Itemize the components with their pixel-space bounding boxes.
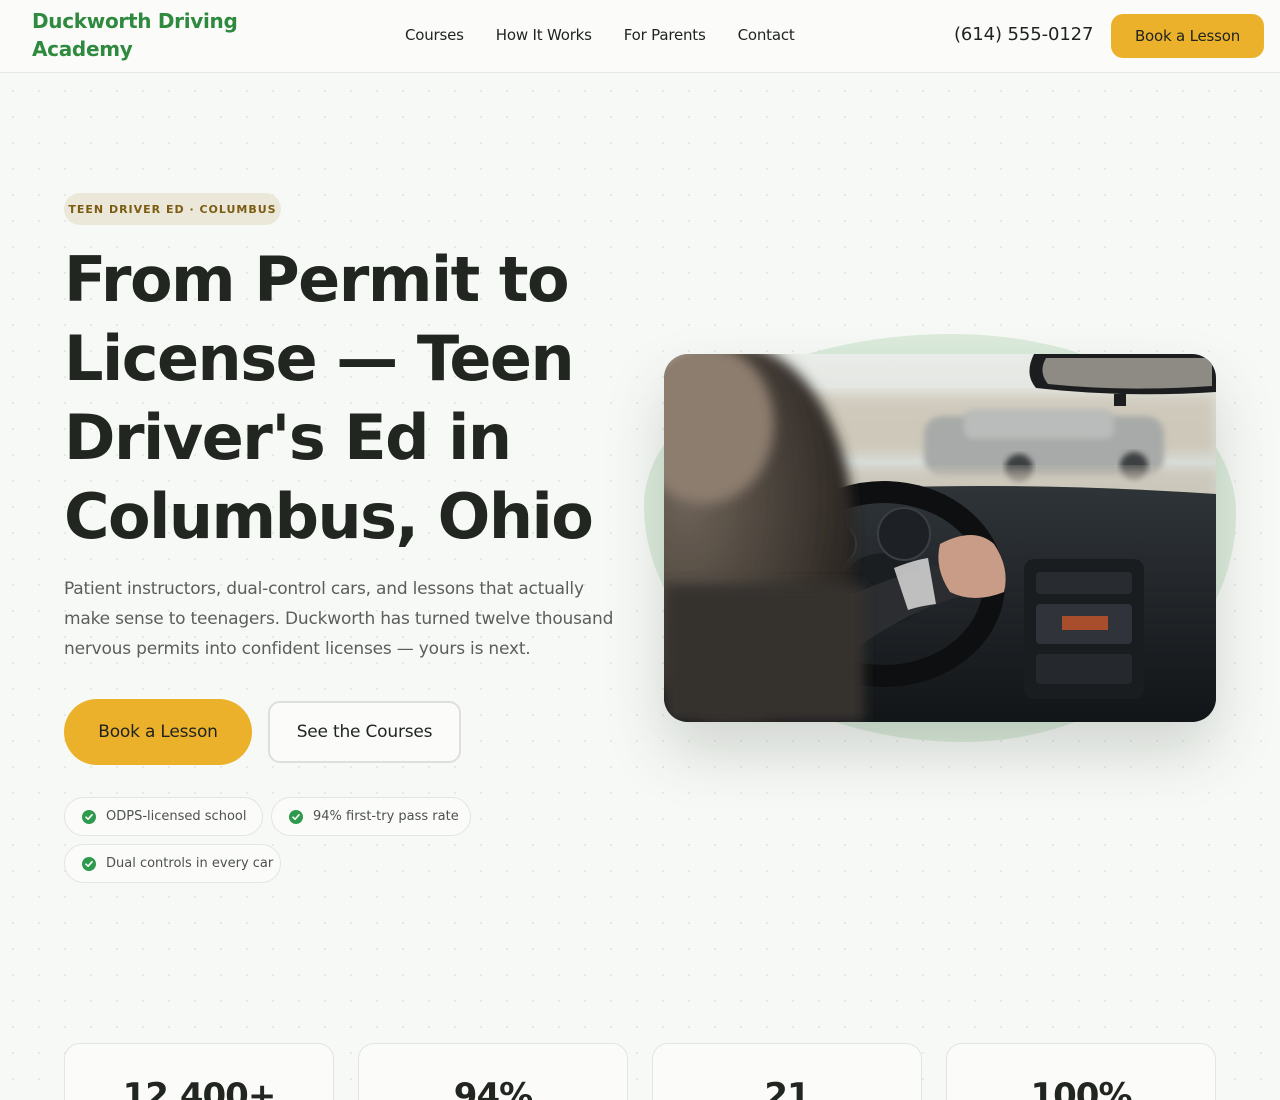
trust-badge-dual-controls: Dual controls in every car	[64, 844, 281, 883]
stat-card: 94%	[358, 1043, 628, 1100]
nav-link-how-it-works[interactable]: How It Works	[496, 25, 592, 45]
check-circle-icon	[82, 856, 96, 871]
hero-title: From Permit to License — Teen Driver's E…	[64, 243, 594, 553]
stat-value: 21	[764, 1076, 810, 1100]
trust-badge-pass-rate: 94% first-try pass rate	[271, 797, 471, 836]
header-book-lesson-button[interactable]: Book a Lesson	[1111, 14, 1264, 58]
stat-card: 12,400+	[64, 1043, 334, 1100]
nav-link-contact[interactable]: Contact	[738, 25, 795, 45]
trust-badge-label: Dual controls in every car	[106, 856, 274, 871]
trust-badge-licensed: ODPS-licensed school	[64, 797, 263, 836]
hero-eyebrow: TEEN DRIVER ED · COLUMBUS	[64, 193, 281, 225]
site-logo[interactable]: Duckworth Driving Academy	[32, 7, 292, 63]
stat-value: 94%	[453, 1076, 533, 1100]
stat-card: 21	[652, 1043, 922, 1100]
hero-photo-driver	[664, 354, 1216, 722]
site-header: Duckworth Driving Academy Courses How It…	[0, 0, 1280, 73]
hero-book-lesson-button[interactable]: Book a Lesson	[64, 699, 252, 765]
nav-link-courses[interactable]: Courses	[405, 25, 464, 45]
main-nav: Courses How It Works For Parents Contact	[405, 25, 827, 45]
check-circle-icon	[82, 809, 96, 824]
trust-badge-label: 94% first-try pass rate	[313, 809, 459, 824]
check-circle-icon	[289, 809, 303, 824]
trust-badge-label: ODPS-licensed school	[106, 809, 247, 824]
stat-value: 100%	[1030, 1076, 1132, 1100]
stat-value: 12,400+	[122, 1076, 277, 1100]
phone-number[interactable]: (614) 555-0127	[954, 23, 1093, 47]
hero-lead: Patient instructors, dual-control cars, …	[64, 579, 614, 659]
stat-card: 100%	[946, 1043, 1216, 1100]
see-courses-button[interactable]: See the Courses	[268, 701, 461, 763]
nav-link-for-parents[interactable]: For Parents	[624, 25, 706, 45]
